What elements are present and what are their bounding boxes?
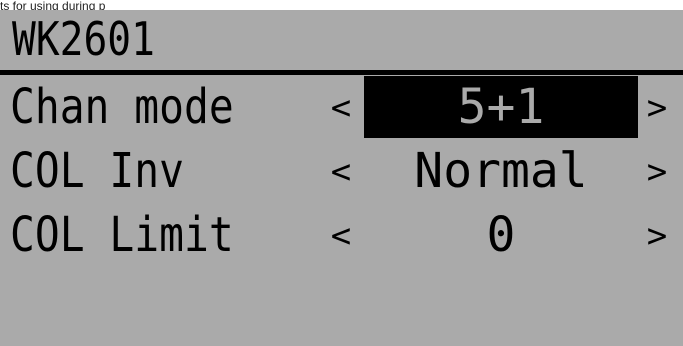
increase-arrow-icon[interactable]: > [642, 80, 672, 136]
decrease-arrow-icon[interactable]: < [326, 208, 356, 264]
setting-value: 0 [486, 207, 516, 263]
title-bar: WK2601 [0, 10, 683, 75]
setting-label: COL Inv [10, 143, 184, 199]
setting-value: Normal [414, 143, 588, 199]
setting-value: 5+1 [457, 79, 545, 135]
setting-label: COL Limit [10, 207, 234, 263]
decrease-arrow-icon[interactable]: < [326, 80, 356, 136]
selected-value-box[interactable]: 5+1 [364, 76, 638, 138]
title-divider [0, 70, 683, 75]
value-box[interactable]: Normal [364, 140, 638, 202]
setting-row-col-inv[interactable]: COL Inv < Normal > [0, 140, 683, 204]
screen-title: WK2601 [12, 12, 155, 66]
setting-row-chan-mode[interactable]: Chan mode < 5+1 > [0, 76, 683, 140]
setting-row-col-limit[interactable]: COL Limit < 0 > [0, 204, 683, 268]
increase-arrow-icon[interactable]: > [642, 144, 672, 200]
value-box[interactable]: 0 [364, 204, 638, 266]
increase-arrow-icon[interactable]: > [642, 208, 672, 264]
lcd-screen: WK2601 Chan mode < 5+1 > COL Inv < Norma… [0, 10, 683, 346]
setting-label: Chan mode [10, 79, 234, 135]
decrease-arrow-icon[interactable]: < [326, 144, 356, 200]
cropped-caption-text: ts for using during p [0, 0, 683, 10]
